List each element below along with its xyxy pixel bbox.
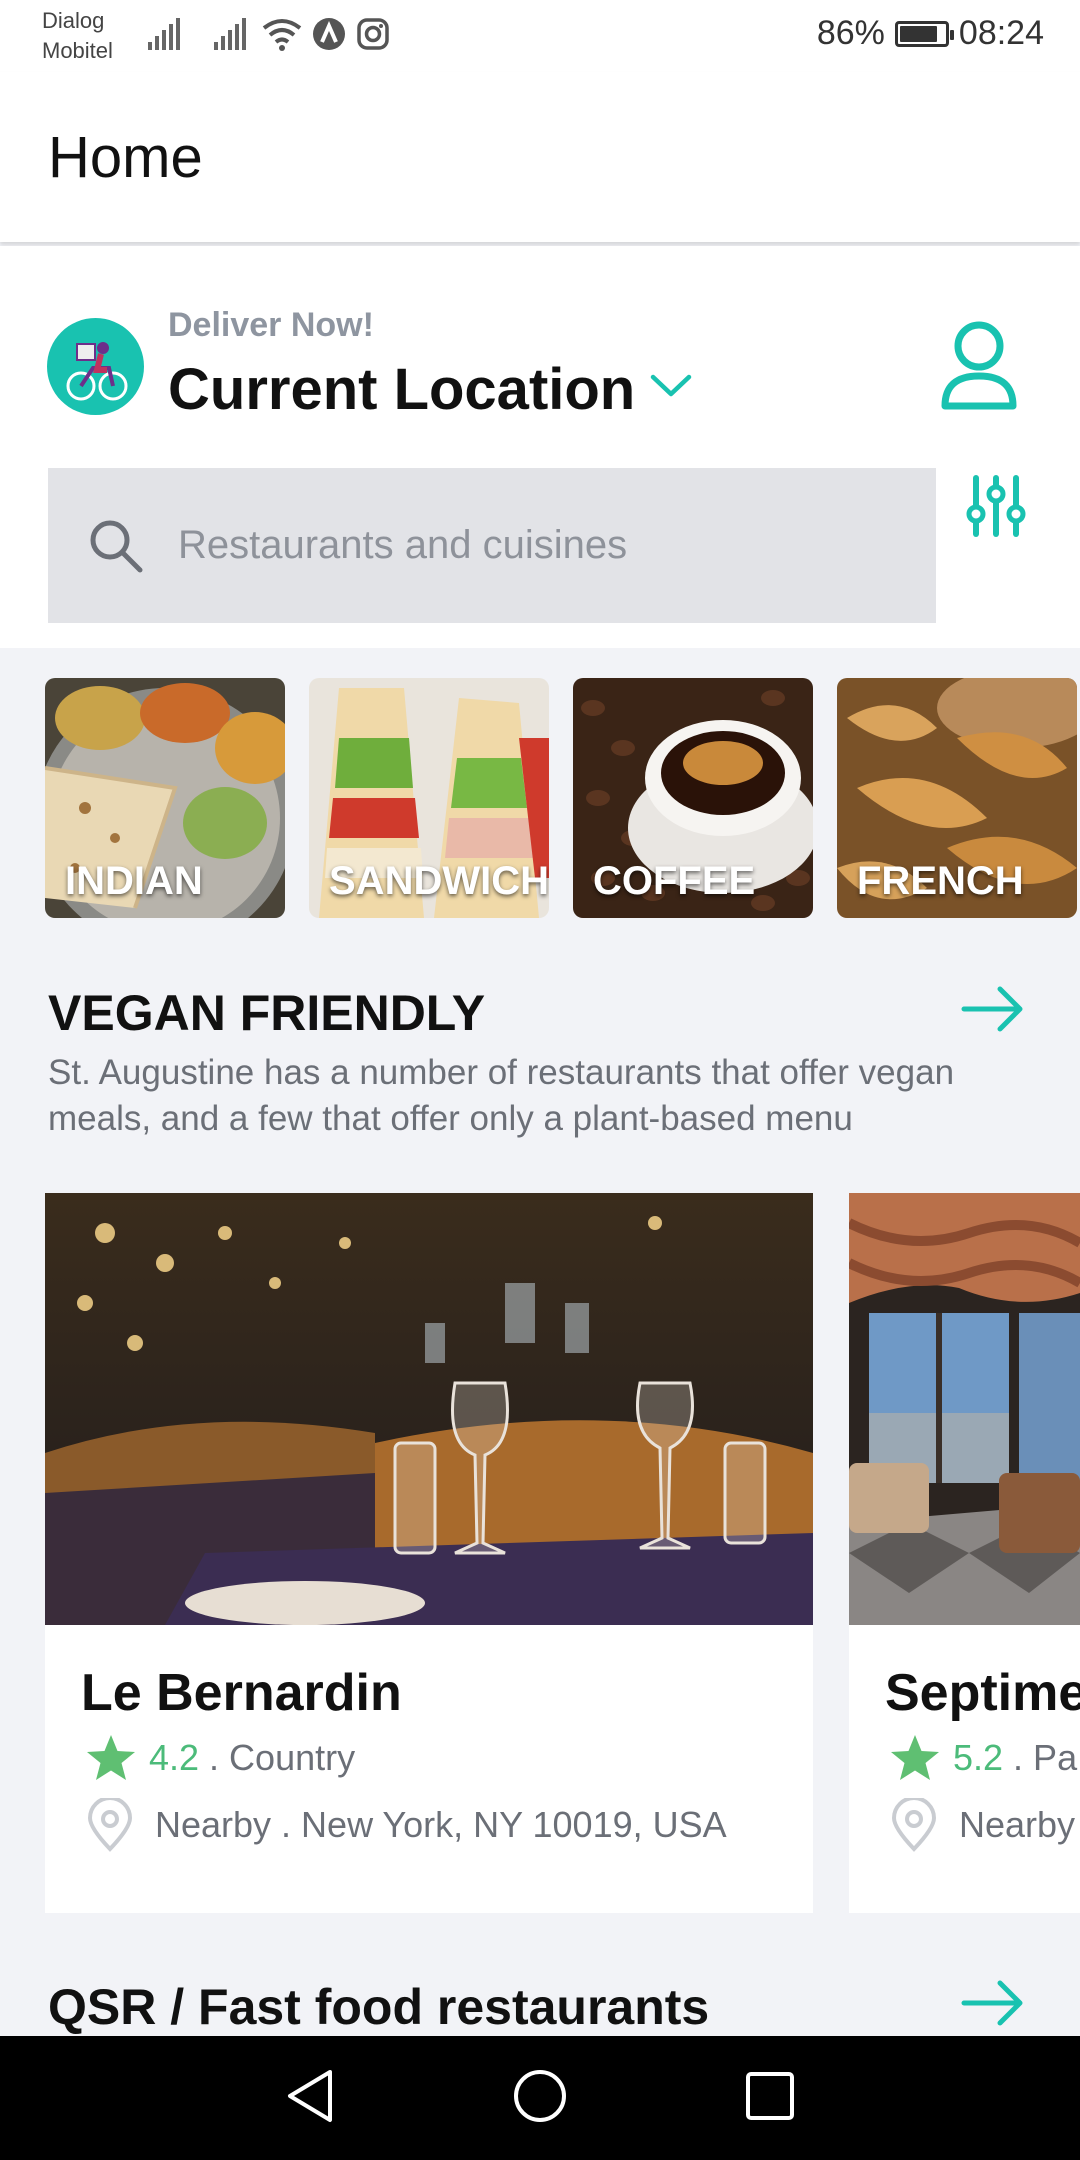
section-title-fastfood: QSR / Fast food restaurants [48,1979,710,2035]
restaurant-category: . Pa [1013,1737,1078,1778]
delivery-avatar [47,318,144,415]
wifi-icon [262,19,302,51]
restaurant-name: Septime [885,1664,1080,1722]
deliver-now-label: Deliver Now! [168,306,374,344]
category-tile-french[interactable]: FRENCH [837,678,1077,918]
instagram-icon [357,18,389,50]
category-label: FRENCH [857,859,1024,903]
search-placeholder: Restaurants and cuisines [178,523,628,567]
location-selector[interactable]: Current Location [168,356,693,423]
map-pin-icon [87,1798,133,1852]
person-icon [941,321,1017,410]
map-pin-icon [891,1798,937,1852]
vegan-see-all-button[interactable] [960,984,1026,1039]
filter-button[interactable] [966,474,1026,543]
location-text: Nearby [959,1804,1076,1845]
nav-home-button[interactable] [510,2066,570,2131]
location-text: Nearby . New York, NY 10019, USA [155,1804,727,1845]
restaurant-rating: 4.2 . Country [85,1733,355,1783]
category-tile-sandwich[interactable]: SANDWICH [309,678,549,918]
star-icon [891,1735,939,1780]
back-triangle-icon [288,2070,332,2122]
arrow-right-icon [961,986,1023,1032]
category-tile-coffee[interactable]: COFFEE [573,678,813,918]
restaurant-photo [849,1193,1080,1625]
restaurant-card[interactable]: Septime 5.2 . Pa Nearby [849,1193,1080,1913]
app-bar: Home [0,72,1080,242]
category-label: INDIAN [65,859,203,903]
fastfood-see-all-button[interactable] [960,1978,1026,2033]
arrow-right-icon [961,1980,1023,2026]
chevron-down-icon [650,374,692,396]
restaurant-image [849,1193,1080,1625]
restaurant-location: Nearby [889,1798,1075,1852]
nav-recents-button[interactable] [742,2066,798,2131]
rating-value: 4.2 [149,1737,200,1778]
restaurant-category: . Country [209,1737,356,1778]
restaurant-rating: 5.2 . Pa [889,1733,1077,1783]
location-label: Current Location [168,357,636,422]
rating-value: 5.2 [953,1737,1004,1778]
recents-square-icon [746,2072,794,2120]
nav-back-button[interactable] [282,2066,338,2131]
search-input[interactable]: Restaurants and cuisines [48,468,936,623]
restaurant-card[interactable]: Le Bernardin 4.2 . Country Nearby . New … [45,1193,813,1913]
category-list: INDIAN SANDWICH COFFEE FRENCH [45,678,1080,918]
system-nav-bar [0,2036,1080,2160]
sliders-icon [966,475,1026,537]
restaurant-photo [45,1193,813,1625]
status-icons [146,16,390,52]
star-icon [87,1735,135,1780]
status-right: 86% 08:24 [817,14,1044,53]
carrier-name-1: Dialog [42,8,105,33]
restaurant-location: Nearby . New York, NY 10019, USA [85,1798,727,1852]
carrier-info: Dialog Mobitel [42,6,113,66]
battery-icon [894,20,954,47]
home-circle-icon [514,2070,566,2122]
carrier-name-2: Mobitel [42,38,113,63]
section-title-vegan: VEGAN FRIENDLY [48,985,486,1041]
category-label: COFFEE [593,859,756,903]
signal-icon [148,18,180,50]
profile-button[interactable] [940,320,1018,415]
status-bar: Dialog Mobitel 86% 08:24 [0,0,1080,72]
restaurant-image [45,1193,813,1625]
app-notification-icon [313,18,345,50]
delivery-rider-icon [66,342,128,401]
restaurant-name: Le Bernardin [81,1664,402,1722]
section-description: St. Augustine has a number of restaurant… [48,1053,955,1138]
battery-percent: 86% [816,14,885,52]
category-label: SANDWICH [329,859,549,903]
page-title: Home [48,125,203,190]
signal-icon-2 [214,18,246,50]
header-section: Deliver Now! Current Location Restaurant… [0,246,1080,648]
clock: 08:24 [958,14,1044,52]
search-icon [90,520,143,572]
category-tile-indian[interactable]: INDIAN [45,678,285,918]
